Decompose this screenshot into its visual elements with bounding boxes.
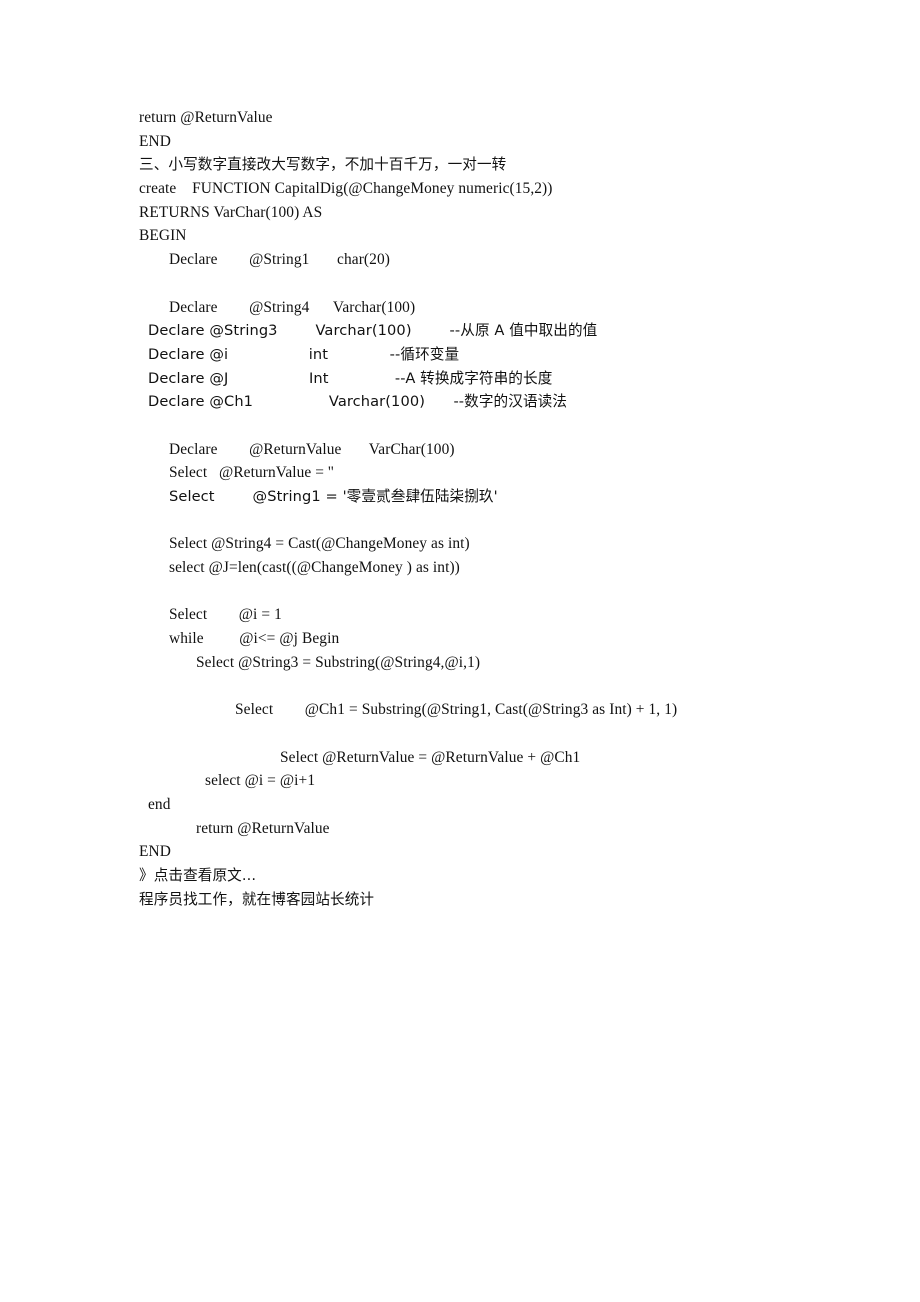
code-line: Select @ReturnValue = '' xyxy=(169,464,334,482)
code-line: Select @String4 = Cast(@ChangeMoney as i… xyxy=(169,535,470,553)
code-line: 三、小写数字直接改大写数字，不加十百千万，一对一转 xyxy=(139,156,507,174)
code-line: select @J=len(cast((@ChangeMoney ) as in… xyxy=(169,559,460,577)
code-line: Select @Ch1 = Substring(@String1, Cast(@… xyxy=(235,701,678,719)
code-line: while @i<= @j Begin xyxy=(169,630,340,648)
code-line: end xyxy=(148,795,171,813)
code-line: END xyxy=(139,132,171,150)
code-line: Select @i = 1 xyxy=(169,606,282,624)
code-line: BEGIN xyxy=(139,227,187,245)
code-line: Declare @J Int --A 转换成字符串的长度 xyxy=(148,369,553,387)
code-line: RETURNS VarChar(100) AS xyxy=(139,203,323,221)
code-line: return @ReturnValue xyxy=(139,109,273,126)
code-line: Declare @String1 char(20) xyxy=(169,251,390,269)
code-line: Declare @ReturnValue VarChar(100) xyxy=(169,440,455,458)
code-line: Select @String3 = Substring(@String4,@i,… xyxy=(196,653,481,671)
code-line: Declare @i int --循环变量 xyxy=(148,345,460,363)
code-line: select @i = @i+1 xyxy=(205,772,316,790)
document-text-body: return @ReturnValue END 三、小写数字直接改大写数字，不加十百… xyxy=(139,106,839,911)
code-line: Declare @Ch1 Varchar(100) --数字的汉语读法 xyxy=(148,393,568,411)
code-line: Select @String1 = '零壹贰叁肆伍陆柒捌玖' xyxy=(169,488,498,505)
code-line: Declare @String3 Varchar(100) --从原 A 值中取… xyxy=(148,322,598,340)
code-line: create FUNCTION CapitalDig(@ChangeMoney … xyxy=(139,180,553,198)
code-line: 程序员找工作，就在博客园站长统计 xyxy=(139,890,375,908)
code-line: Declare @String4 Varchar(100) xyxy=(169,298,416,316)
code-line: 》点击查看原文... xyxy=(139,867,257,884)
code-line: END xyxy=(139,843,171,861)
document-page: return @ReturnValue END 三、小写数字直接改大写数字，不加十百… xyxy=(0,0,920,1302)
code-line: Select @ReturnValue = @ReturnValue + @Ch… xyxy=(280,748,581,766)
code-line: return @ReturnValue xyxy=(196,819,330,837)
